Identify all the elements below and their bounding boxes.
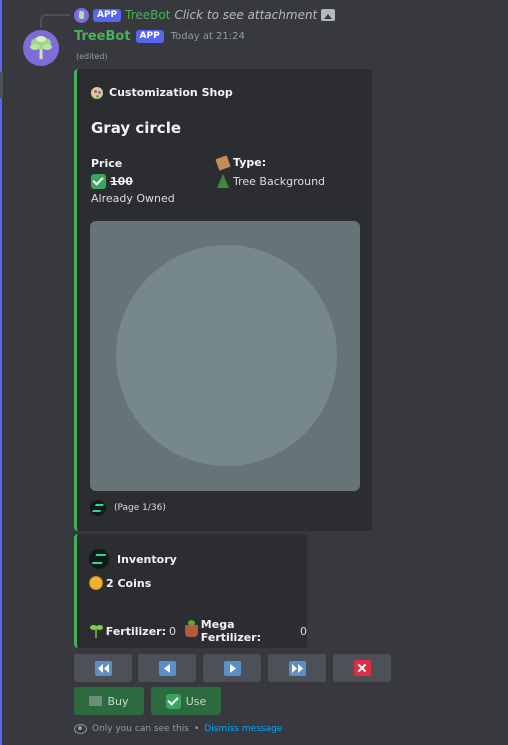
play-icon <box>223 660 241 676</box>
buy-button[interactable]: Buy <box>74 687 144 715</box>
inventory-embed: Inventory 2 Coins Fertilizer: 0 Mega Fer… <box>74 534 307 648</box>
rewind-icon <box>94 660 112 676</box>
first-page-button[interactable] <box>74 654 132 682</box>
author-name[interactable]: TreeBot <box>74 29 131 44</box>
item-preview-image[interactable] <box>90 221 360 491</box>
embed-author: Customization Shop <box>91 86 233 99</box>
embed-footer: (Page 1/36) <box>90 500 166 516</box>
potted-plant-icon <box>185 620 198 637</box>
embed-author-label: Customization Shop <box>109 86 233 99</box>
mega-fertilizer-label: Mega Fertilizer: <box>200 618 262 644</box>
reply-preview[interactable]: APP TreeBot Click to see attachment <box>74 7 336 23</box>
inventory-icon <box>89 549 109 569</box>
type-value: Tree Background <box>233 174 326 188</box>
coins-text: 2 Coins <box>106 576 152 590</box>
previous-page-button[interactable] <box>138 654 196 682</box>
reply-app-badge: APP <box>93 8 122 22</box>
tree-icon <box>217 174 229 188</box>
price-label: Price <box>91 157 123 170</box>
fertilizer-value: 0 <box>169 624 176 638</box>
last-page-button[interactable] <box>268 654 326 682</box>
reply-avatar <box>74 7 89 23</box>
check-icon <box>165 693 181 709</box>
gray-circle <box>116 245 337 466</box>
app-badge: APP <box>135 30 164 43</box>
use-label: Use <box>185 694 207 708</box>
embed-title: Gray circle <box>91 119 182 137</box>
coins: 2 Coins <box>89 576 151 590</box>
arrow-left-icon <box>158 660 176 676</box>
dismiss-link[interactable]: Dismiss message <box>204 724 282 734</box>
package-icon <box>215 154 231 171</box>
timestamp[interactable]: Today at 21:24 <box>171 31 245 42</box>
inventory-label: Inventory <box>117 552 177 566</box>
price-status-text: Already Owned <box>91 192 175 205</box>
use-button[interactable]: Use <box>151 687 221 715</box>
footer-icon <box>90 500 106 516</box>
shop-embed: Customization Shop Gray circle Price 100… <box>74 69 372 531</box>
close-icon <box>353 660 371 676</box>
price-value: 100 <box>110 175 133 188</box>
scroll-marker <box>0 72 3 98</box>
shopping-cart-icon <box>89 696 103 706</box>
type-field-name: Type: <box>215 154 267 171</box>
avatar[interactable] <box>23 30 59 66</box>
message-header: TreeBot APP Today at 21:24 <box>74 29 245 44</box>
reply-connector <box>40 14 70 28</box>
price-field-value: 100 <box>91 174 133 189</box>
type-label: Type: <box>233 156 267 169</box>
close-button[interactable] <box>333 654 391 682</box>
check-icon <box>91 174 106 189</box>
price-field-name: Price <box>91 157 122 170</box>
fertilizer-row: Fertilizer: 0 Mega Fertilizer: 0 <box>89 618 307 644</box>
mega-fertilizer-value: 0 <box>300 624 307 638</box>
inventory-author: Inventory <box>89 549 177 569</box>
sprout-icon <box>89 624 103 638</box>
palette-icon <box>91 86 103 99</box>
ephemeral-notice: Only you can see this • Dismiss message <box>74 724 282 734</box>
type-field-value: Tree Background <box>217 174 325 188</box>
message-highlight-bar <box>0 0 2 745</box>
next-page-button[interactable] <box>203 654 261 682</box>
price-status: Already Owned <box>91 192 175 205</box>
ephemeral-text: Only you can see this <box>92 724 189 734</box>
fertilizer-label: Fertilizer: <box>105 624 166 638</box>
image-icon <box>321 9 336 21</box>
edited-label: (edited) <box>76 52 108 61</box>
ephemeral-separator: • <box>193 724 200 734</box>
footer-text: (Page 1/36) <box>114 503 166 513</box>
coin-icon <box>89 576 103 590</box>
reply-text[interactable]: Click to see attachment <box>174 8 317 22</box>
eye-icon <box>74 724 87 734</box>
reply-author[interactable]: TreeBot <box>125 8 170 22</box>
buy-label: Buy <box>107 694 129 708</box>
fast-forward-icon <box>288 660 306 676</box>
